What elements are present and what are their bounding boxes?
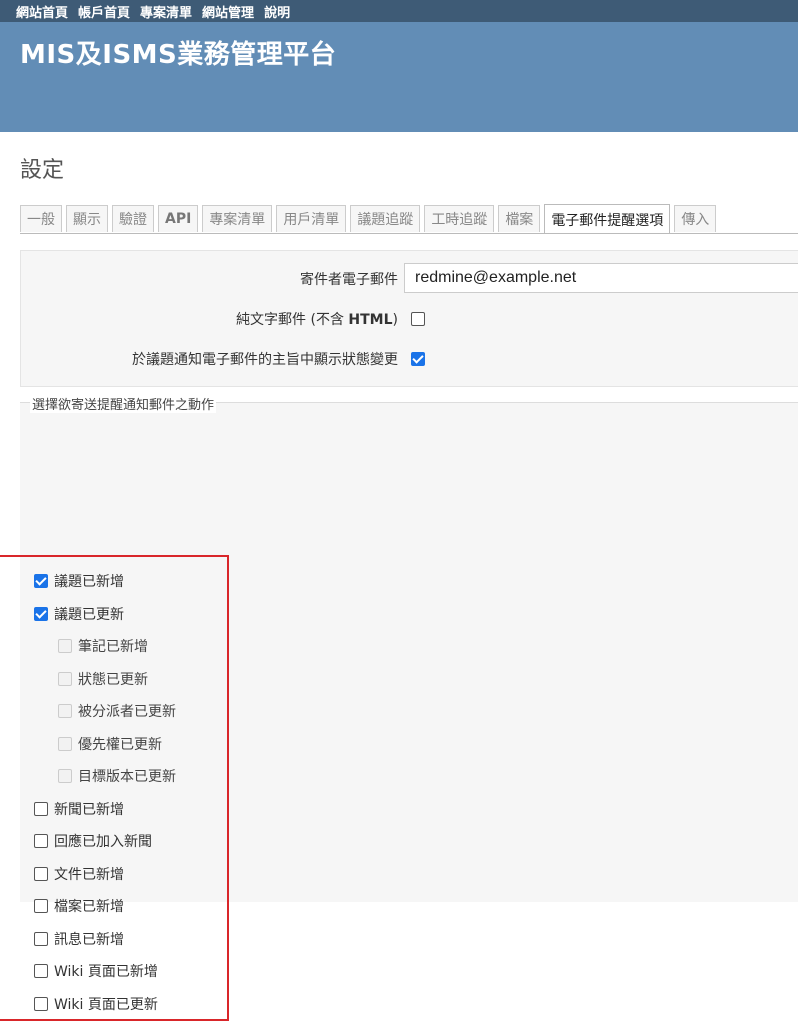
notification-item[interactable]: 回應已加入新聞 [34,831,152,851]
tab-time-tracking[interactable]: 工時追蹤 [424,205,495,232]
notification-sub-item[interactable]: 目標版本已更新 [58,766,176,786]
notification-checkbox[interactable] [58,704,72,718]
top-menu-my-page[interactable]: 帳戶首頁 [78,2,130,21]
notification-label: 狀態已更新 [78,671,148,688]
notification-item[interactable]: 議題已更新 [34,604,124,624]
tab-display[interactable]: 顯示 [66,205,108,232]
notification-label: Wiki 頁面已新增 [54,964,158,980]
site-title: MIS及ISMS業務管理平台 [20,40,337,70]
page-title: 設定 [20,158,65,183]
top-menu-projects[interactable]: 專案清單 [140,2,192,21]
tab-incoming-emails[interactable]: 傳入 [674,205,717,232]
notification-checkbox[interactable] [58,736,72,751]
notification-checkbox[interactable] [34,964,48,978]
notification-item[interactable]: 檔案已新增 [34,896,124,916]
notification-checkbox[interactable] [34,996,48,1011]
notification-label: 議題已新增 [54,574,124,590]
notification-label: 新聞已新增 [54,801,124,818]
plain-text-label-prefix: 純文字郵件 (不含 [236,312,349,328]
top-menu-help[interactable]: 說明 [264,2,290,21]
notification-actions-legend: 選擇欲寄送提醒通知郵件之動作 [30,394,217,413]
top-menu-home[interactable]: 網站首頁 [16,2,68,21]
plain-text-checkbox[interactable] [411,312,425,326]
notification-label: 優先權已更新 [78,736,162,753]
notification-checkbox[interactable] [34,606,48,621]
notification-checkbox[interactable] [34,574,48,588]
tab-issue-tracking[interactable]: 議題追蹤 [350,205,421,232]
notification-label: 議題已更新 [54,606,124,623]
tab-authentication[interactable]: 驗證 [112,205,154,232]
tab-files[interactable]: 檔案 [498,205,541,232]
top-menu: 網站首頁 帳戶首頁 專案清單 網站管理 說明 [0,0,798,22]
notification-checkbox[interactable] [34,801,48,816]
notification-label: 目標版本已更新 [78,769,176,785]
notification-item[interactable]: Wiki 頁面已新增 [34,961,158,981]
notification-label: 訊息已新增 [54,931,124,948]
notification-sub-item[interactable]: 狀態已更新 [58,669,148,689]
notification-checkbox[interactable] [34,866,48,881]
notification-label: 檔案已新增 [54,899,124,915]
notification-checkbox[interactable] [58,639,72,653]
notification-checkbox[interactable] [58,769,72,783]
sender-email-input[interactable] [404,263,798,293]
notification-sub-item[interactable]: 優先權已更新 [58,734,162,754]
plain-text-label: 純文字郵件 (不含 HTML) [21,309,398,329]
notification-item[interactable]: 議題已新增 [34,571,124,591]
notification-checkbox[interactable] [58,671,72,686]
notification-label: 文件已新增 [54,866,124,883]
notification-label: 被分派者已更新 [78,704,176,720]
top-menu-administration[interactable]: 網站管理 [202,2,254,21]
status-in-subject-label: 於議題通知電子郵件的主旨中顯示狀態變更 [132,352,398,368]
notification-item[interactable]: Wiki 頁面已更新 [34,994,158,1014]
plain-text-label-html: HTML [348,312,393,328]
notification-sub-item[interactable]: 被分派者已更新 [58,701,176,721]
notification-label: 回應已加入新聞 [54,834,152,850]
plain-text-label-suffix: ) [392,312,398,328]
notification-checkbox[interactable] [34,931,48,946]
header: MIS及ISMS業務管理平台 [0,22,798,132]
status-in-subject-checkbox[interactable] [411,352,425,366]
tab-users[interactable]: 用戶清單 [276,205,347,232]
sender-email-label: 寄件者電子郵件 [300,272,398,288]
notification-label: Wiki 頁面已更新 [54,996,158,1013]
notification-label: 筆記已新增 [78,639,148,655]
tab-api[interactable]: API [158,205,199,232]
notification-checkbox[interactable] [34,899,48,913]
notification-sub-item[interactable]: 筆記已新增 [58,636,148,656]
notification-item[interactable]: 訊息已新增 [34,929,124,949]
settings-tabs: 一般 顯示 驗證 API 專案清單 用戶清單 議題追蹤 工時追蹤 檔案 電子郵件… [20,203,798,234]
notification-actions-fieldset: 選擇欲寄送提醒通知郵件之動作 議題已新增議題已更新筆記已新增狀態已更新被分派者已… [20,394,798,1013]
tab-general[interactable]: 一般 [20,205,62,232]
email-settings-box: 寄件者電子郵件 純文字郵件 (不含 HTML) 於議題通知電子郵件的主旨中顯示狀… [20,250,798,387]
tab-email-notifications[interactable]: 電子郵件提醒選項 [544,204,671,233]
tab-projects[interactable]: 專案清單 [202,205,273,232]
notification-item[interactable]: 新聞已新增 [34,799,124,819]
notification-checkbox[interactable] [34,834,48,848]
notification-item[interactable]: 文件已新增 [34,864,124,884]
